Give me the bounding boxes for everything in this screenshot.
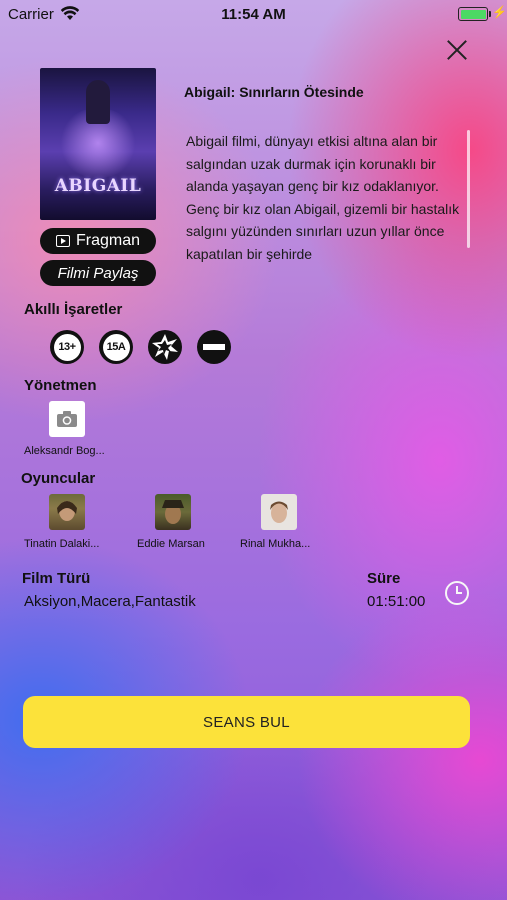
negative-content-icon [197,330,231,364]
poster-figure [86,80,110,124]
director-name: Aleksandr Bog... [24,445,105,457]
director-heading: Yönetmen [24,377,97,394]
duration-value: 01:51:00 [367,593,426,610]
play-icon [55,235,70,247]
cast-face-2 [162,500,184,524]
camera-placeholder-icon [57,411,77,427]
close-button[interactable] [444,37,470,63]
duration-label: Süre [367,570,401,587]
battery-icon [458,7,488,21]
movie-title: Abigail: Sınırların Ötesinde [184,84,364,100]
cast-photo-2[interactable] [155,494,191,530]
cast-photo-3[interactable] [261,494,297,530]
cast-name-1: Tinatin Dalaki... [24,538,100,550]
minus-bar [203,344,225,350]
status-time: 11:54 AM [221,6,286,23]
violence-icon [148,330,182,364]
share-movie-button[interactable]: Filmi Paylaş [40,260,156,286]
cast-face-1 [57,501,77,521]
age-13-plus-icon: 13+ [50,330,84,364]
director-photo[interactable] [49,401,85,437]
genre-label: Film Türü [22,570,91,587]
cast-photo-1[interactable] [49,494,85,530]
trailer-label: Fragman [75,232,141,249]
status-bar: Carrier 11:54 AM ⚡ [0,0,507,28]
cast-heading: Oyuncular [21,470,96,487]
cast-name-3: Rinal Mukha... [240,538,311,550]
movie-description[interactable]: Abigail filmi, dünyayı etkisi altına ala… [186,130,462,265]
find-sessions-button[interactable]: SEANS BUL [23,696,470,748]
age-15a-label: 15A [102,333,130,361]
burst-icon [152,334,178,360]
description-scrollbar[interactable] [467,130,470,248]
genre-value: Aksiyon,Macera,Fantastik [24,593,196,610]
age-15a-icon: 15A [99,330,133,364]
age-13-plus-label: 13+ [53,333,81,361]
smart-signs-heading: Akıllı İşaretler [24,301,123,318]
movie-poster: ABIGAIL [40,68,156,220]
cast-name-2: Eddie Marsan [137,538,205,550]
poster-title: ABIGAIL [54,176,142,196]
clock-icon [445,581,469,605]
charging-icon: ⚡ [492,5,507,19]
find-sessions-label: SEANS BUL [203,713,290,731]
battery-tip [489,11,491,17]
trailer-button[interactable]: Fragman [40,228,156,254]
share-label: Filmi Paylaş [57,264,139,282]
cast-face-3 [270,501,288,523]
